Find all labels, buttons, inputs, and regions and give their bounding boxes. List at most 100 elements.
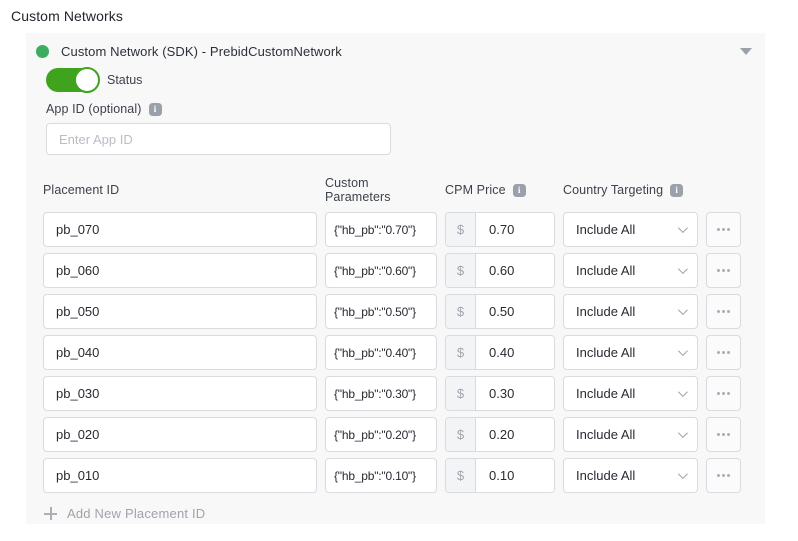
row-menu-button[interactable] bbox=[706, 458, 741, 493]
country-targeting-value: Include All bbox=[576, 427, 635, 442]
cpm-price-input[interactable] bbox=[476, 254, 554, 287]
row-menu-button[interactable] bbox=[706, 417, 741, 452]
plus-icon bbox=[44, 507, 57, 520]
collapse-chevron-icon[interactable] bbox=[740, 48, 752, 55]
app-id-label-row: App ID (optional) bbox=[46, 102, 765, 116]
cpm-price-input[interactable] bbox=[476, 213, 554, 246]
chevron-down-icon bbox=[678, 223, 688, 233]
add-placement-label: Add New Placement ID bbox=[67, 506, 205, 521]
country-targeting-select[interactable]: Include All bbox=[563, 212, 698, 247]
row-menu-button[interactable] bbox=[706, 376, 741, 411]
ellipsis-icon bbox=[722, 310, 725, 313]
country-targeting-value: Include All bbox=[576, 304, 635, 319]
country-targeting-value: Include All bbox=[576, 222, 635, 237]
country-targeting-select[interactable]: Include All bbox=[563, 294, 698, 329]
cpm-price-input[interactable] bbox=[476, 336, 554, 369]
placement-id-input[interactable] bbox=[43, 212, 317, 247]
table-header: Placement ID Custom Parameters CPM Price… bbox=[43, 176, 765, 204]
ellipsis-icon bbox=[722, 228, 725, 231]
country-targeting-select[interactable]: Include All bbox=[563, 458, 698, 493]
country-targeting-select[interactable]: Include All bbox=[563, 417, 698, 452]
page-title: Custom Networks bbox=[11, 8, 123, 24]
chevron-down-icon bbox=[678, 387, 688, 397]
currency-symbol: $ bbox=[446, 459, 476, 492]
placement-row: $ Include All bbox=[43, 458, 765, 493]
row-menu-button[interactable] bbox=[706, 335, 741, 370]
placement-id-input[interactable] bbox=[43, 417, 317, 452]
currency-symbol: $ bbox=[446, 295, 476, 328]
chevron-down-icon bbox=[678, 346, 688, 356]
cpm-price-field: $ bbox=[445, 212, 555, 247]
placement-id-input[interactable] bbox=[43, 458, 317, 493]
custom-parameters-input[interactable] bbox=[325, 376, 437, 411]
app-id-input[interactable] bbox=[46, 123, 391, 155]
network-header: Custom Network (SDK) - PrebidCustomNetwo… bbox=[26, 33, 765, 59]
custom-parameters-input[interactable] bbox=[325, 417, 437, 452]
network-status-dot-icon bbox=[36, 45, 49, 58]
row-menu-button[interactable] bbox=[706, 253, 741, 288]
status-toggle[interactable] bbox=[46, 68, 98, 92]
cpm-price-field: $ bbox=[445, 376, 555, 411]
column-cpm-price: CPM Price bbox=[445, 183, 555, 197]
placement-row: $ Include All bbox=[43, 212, 765, 247]
chevron-down-icon bbox=[678, 264, 688, 274]
row-menu-button[interactable] bbox=[706, 294, 741, 329]
ellipsis-icon bbox=[722, 351, 725, 354]
country-targeting-value: Include All bbox=[576, 468, 635, 483]
info-icon[interactable] bbox=[149, 103, 162, 116]
cpm-price-field: $ bbox=[445, 458, 555, 493]
chevron-down-icon bbox=[678, 469, 688, 479]
placement-row: $ Include All bbox=[43, 294, 765, 329]
placement-id-input[interactable] bbox=[43, 253, 317, 288]
country-targeting-value: Include All bbox=[576, 345, 635, 360]
network-name: Custom Network (SDK) - PrebidCustomNetwo… bbox=[61, 44, 342, 59]
custom-network-card: Custom Network (SDK) - PrebidCustomNetwo… bbox=[26, 33, 765, 524]
currency-symbol: $ bbox=[446, 336, 476, 369]
add-placement-button[interactable]: Add New Placement ID bbox=[44, 506, 765, 521]
info-icon[interactable] bbox=[670, 184, 683, 197]
info-icon[interactable] bbox=[513, 184, 526, 197]
custom-parameters-input[interactable] bbox=[325, 458, 437, 493]
placement-row: $ Include All bbox=[43, 376, 765, 411]
column-custom-parameters: Custom Parameters bbox=[325, 176, 437, 204]
placement-id-input[interactable] bbox=[43, 335, 317, 370]
chevron-down-icon bbox=[678, 428, 688, 438]
row-menu-button[interactable] bbox=[706, 212, 741, 247]
country-targeting-select[interactable]: Include All bbox=[563, 253, 698, 288]
placement-rows: $ Include All $ Include All $ bbox=[43, 212, 765, 493]
placement-row: $ Include All bbox=[43, 335, 765, 370]
placement-row: $ Include All bbox=[43, 417, 765, 452]
country-targeting-select[interactable]: Include All bbox=[563, 335, 698, 370]
cpm-price-field: $ bbox=[445, 335, 555, 370]
cpm-price-input[interactable] bbox=[476, 377, 554, 410]
country-targeting-select[interactable]: Include All bbox=[563, 376, 698, 411]
currency-symbol: $ bbox=[446, 254, 476, 287]
ellipsis-icon bbox=[722, 269, 725, 272]
cpm-price-input[interactable] bbox=[476, 459, 554, 492]
custom-parameters-input[interactable] bbox=[325, 212, 437, 247]
column-placement-id: Placement ID bbox=[43, 183, 317, 197]
placement-id-input[interactable] bbox=[43, 376, 317, 411]
ellipsis-icon bbox=[722, 433, 725, 436]
cpm-price-input[interactable] bbox=[476, 295, 554, 328]
cpm-price-field: $ bbox=[445, 294, 555, 329]
placement-id-input[interactable] bbox=[43, 294, 317, 329]
ellipsis-icon bbox=[722, 474, 725, 477]
placement-row: $ Include All bbox=[43, 253, 765, 288]
custom-parameters-input[interactable] bbox=[325, 294, 437, 329]
currency-symbol: $ bbox=[446, 418, 476, 451]
custom-parameters-input[interactable] bbox=[325, 253, 437, 288]
column-country-targeting: Country Targeting bbox=[563, 183, 698, 197]
country-targeting-value: Include All bbox=[576, 386, 635, 401]
chevron-down-icon bbox=[678, 305, 688, 315]
status-toggle-label: Status bbox=[107, 73, 142, 87]
status-toggle-row: Status bbox=[46, 68, 765, 92]
custom-parameters-input[interactable] bbox=[325, 335, 437, 370]
toggle-knob bbox=[74, 67, 100, 93]
currency-symbol: $ bbox=[446, 377, 476, 410]
ellipsis-icon bbox=[722, 392, 725, 395]
cpm-price-field: $ bbox=[445, 253, 555, 288]
country-targeting-value: Include All bbox=[576, 263, 635, 278]
cpm-price-input[interactable] bbox=[476, 418, 554, 451]
cpm-price-field: $ bbox=[445, 417, 555, 452]
